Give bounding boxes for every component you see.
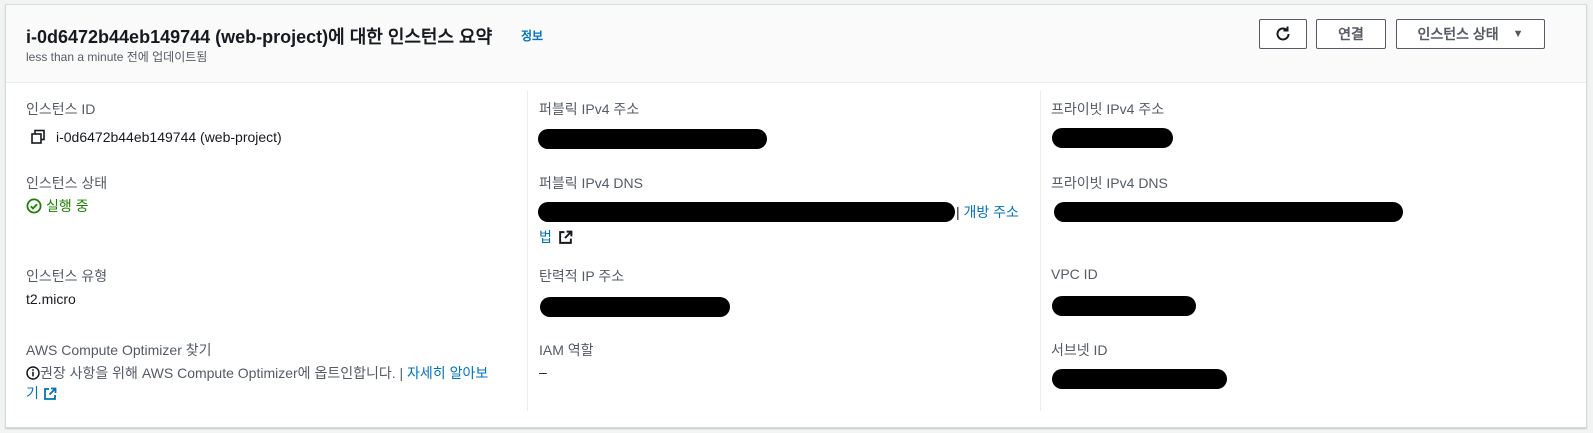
- instance-state-dropdown[interactable]: 인스턴스 상태 ▼: [1396, 19, 1545, 49]
- status-badge: 실행 중: [26, 196, 89, 216]
- info-icon: [26, 366, 40, 381]
- learn-more-link-cont[interactable]: 기: [26, 385, 39, 401]
- instance-state-label: 인스턴스 상태: [26, 175, 108, 191]
- optimizer-text: 권장 사항을 위해 AWS Compute Optimizer에 옵트인합니다.…: [40, 365, 404, 381]
- refresh-button[interactable]: [1259, 19, 1307, 49]
- instance-id-row: i-0d6472b44eb149744 (web-project): [30, 129, 282, 145]
- instance-id-label: 인스턴스 ID: [26, 101, 96, 117]
- instance-type-label: 인스턴스 유형: [26, 268, 108, 284]
- redacted-elastic-ip: [540, 297, 730, 317]
- caret-down-icon: ▼: [1512, 28, 1524, 40]
- vpc-id-label: VPC ID: [1051, 266, 1098, 282]
- redacted-vpc-id: [1052, 296, 1196, 316]
- public-dns-label: 퍼블릭 IPv4 DNS: [539, 175, 643, 191]
- elastic-ip-label: 탄력적 IP 주소: [539, 268, 625, 284]
- iam-role-label: IAM 역할: [539, 342, 594, 358]
- iam-role-value: –: [539, 364, 547, 380]
- private-dns-label: 프라이빗 IPv4 DNS: [1051, 175, 1168, 191]
- check-circle-icon: [26, 198, 42, 214]
- redacted-public-dns: [538, 202, 955, 222]
- instance-state-value: 실행 중: [46, 198, 89, 214]
- open-address-link[interactable]: 개방 주소: [964, 204, 1019, 220]
- open-address-link-cont[interactable]: 법: [539, 227, 552, 247]
- redacted-public-ipv4: [538, 129, 767, 149]
- connect-button[interactable]: 연결: [1316, 19, 1386, 49]
- updated-timestamp: less than a minute 전에 업데이트됨: [26, 50, 208, 64]
- column-divider-1: [527, 91, 528, 411]
- info-link[interactable]: 정보: [521, 27, 543, 44]
- redacted-private-ipv4: [1052, 128, 1173, 148]
- copy-icon[interactable]: [30, 129, 46, 145]
- redacted-subnet-id: [1052, 369, 1227, 389]
- optimizer-label: AWS Compute Optimizer 찾기: [26, 342, 212, 358]
- subnet-id-label: 서브넷 ID: [1051, 342, 1108, 358]
- refresh-icon: [1276, 26, 1290, 41]
- external-link-icon[interactable]: [558, 230, 573, 245]
- instance-id-value: i-0d6472b44eb149744 (web-project): [56, 129, 282, 145]
- pipe-separator: |: [956, 204, 960, 220]
- instance-summary-panel: i-0d6472b44eb149744 (web-project)에 대한 인스…: [5, 4, 1587, 428]
- public-ipv4-label: 퍼블릭 IPv4 주소: [539, 101, 640, 117]
- instance-state-dropdown-label: 인스턴스 상태: [1417, 26, 1499, 42]
- column-divider-2: [1040, 91, 1041, 411]
- open-address-row: | 개방 주소: [956, 202, 1019, 222]
- external-link-icon[interactable]: [43, 387, 57, 401]
- redacted-private-dns: [1054, 202, 1403, 222]
- page-title: i-0d6472b44eb149744 (web-project)에 대한 인스…: [26, 27, 493, 47]
- private-ipv4-label: 프라이빗 IPv4 주소: [1051, 101, 1165, 117]
- open-address-row-2: 법: [539, 227, 573, 247]
- instance-type-value: t2.micro: [26, 291, 76, 307]
- optimizer-description: 권장 사항을 위해 AWS Compute Optimizer에 옵트인합니다.…: [26, 363, 526, 403]
- learn-more-link[interactable]: 자세히 알아보: [407, 365, 488, 381]
- summary-header: i-0d6472b44eb149744 (web-project)에 대한 인스…: [6, 5, 1586, 83]
